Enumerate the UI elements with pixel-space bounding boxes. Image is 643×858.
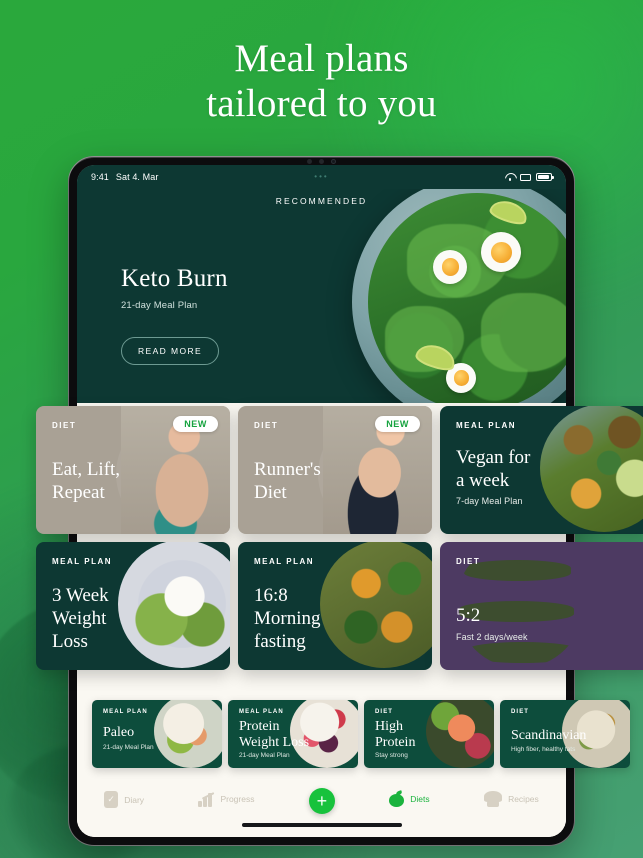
tab-diary-label: Diary — [124, 794, 145, 805]
promo-headline: Meal plans tailored to you — [0, 36, 643, 126]
promo-headline-line1: Meal plans — [234, 37, 409, 80]
add-button[interactable]: + — [308, 788, 335, 814]
promo-headline-line2: tailored to you — [206, 82, 437, 125]
bottom-tab-bar: Diary Progress + Diets Recipes — [77, 781, 566, 837]
strip-card-high-protein[interactable]: DIET High Protein Stay strong — [364, 700, 494, 768]
strip-card-subtitle: 21-day Meal Plan — [103, 744, 154, 751]
avocado-toast-egg-image — [118, 542, 230, 668]
tab-diets-label: Diets — [410, 794, 430, 804]
new-badge: NEW — [375, 416, 420, 432]
card-title: 16:8 Morning fasting — [254, 585, 321, 652]
strip-card-title: Scandinavian — [511, 728, 587, 743]
zucchini-slice — [466, 642, 579, 663]
tab-progress[interactable]: Progress — [198, 791, 254, 807]
tab-recipes-label: Recipes — [508, 794, 539, 804]
boiled-egg-half — [433, 249, 468, 284]
tab-diets[interactable]: Diets — [389, 791, 430, 807]
diet-card-eat-lift-repeat[interactable]: NEW DIET Eat, Lift, Repeat — [36, 406, 230, 534]
card-title: Runner's Diet — [254, 459, 321, 503]
card-kicker: MEAL PLAN — [52, 557, 113, 566]
strip-card-paleo[interactable]: MEAL PLAN Paleo 21-day Meal Plan — [92, 700, 222, 768]
lentil-tofu-avocado-bowl-image — [540, 406, 643, 532]
section-label: RECOMMENDED — [275, 196, 368, 206]
strip-card-list: MEAL PLAN Paleo 21-day Meal Plan MEAL PL… — [92, 700, 630, 768]
battery-icon — [536, 173, 554, 181]
meal-plan-card-vegan-for-a-week[interactable]: MEAL PLAN Vegan for a week 7-day Meal Pl… — [440, 406, 643, 534]
strip-card-subtitle: 21-day Meal Plan — [239, 752, 290, 759]
strip-card-title: Paleo — [103, 725, 135, 740]
salmon-steak-vegetables-image — [426, 700, 494, 768]
strip-card-kicker: MEAL PLAN — [103, 709, 148, 715]
read-more-button[interactable]: READ MORE — [121, 337, 220, 365]
hero-text-block: Keto Burn 21-day Meal Plan READ MORE — [121, 265, 228, 365]
meal-plan-card-3-week-weight-loss[interactable]: MEAL PLAN 3 Week Weight Loss — [36, 542, 230, 670]
diary-icon — [104, 791, 119, 808]
strip-card-subtitle: High fiber, healthy fats — [511, 746, 576, 753]
card-kicker: DIET — [52, 421, 77, 430]
meal-plan-card-16-8-morning-fasting[interactable]: MEAL PLAN 16:8 Morning fasting — [238, 542, 432, 670]
diet-card-grid: NEW DIET Eat, Lift, Repeat NEW DIET Runn… — [36, 406, 643, 670]
card-title: Vegan for a week — [456, 447, 531, 491]
strip-card-subtitle: Stay strong — [375, 752, 408, 759]
card-title: 3 Week Weight Loss — [52, 585, 109, 652]
front-camera-icon — [331, 159, 336, 164]
home-indicator[interactable] — [241, 823, 402, 827]
card-title: Eat, Lift, Repeat — [52, 459, 121, 503]
status-bar: 9:41 Sat 4. Mar ••• — [77, 165, 566, 189]
card-title: 5:2 — [456, 605, 481, 626]
chef-hat-icon — [484, 791, 503, 807]
card-kicker: MEAL PLAN — [254, 557, 315, 566]
strip-card-kicker: DIET — [511, 709, 530, 715]
camera-sensor-dots — [68, 159, 575, 164]
card-kicker: DIET — [254, 421, 279, 430]
tab-diary[interactable]: Diary — [104, 791, 144, 808]
strip-card-title: Protein Weight Loss — [239, 719, 310, 750]
hero-subtitle: 21-day Meal Plan — [121, 300, 198, 311]
hero-title: Keto Burn — [121, 265, 228, 292]
strip-card-title: High Protein — [375, 719, 416, 750]
strip-card-protein-weight-loss[interactable]: MEAL PLAN Protein Weight Loss 21-day Mea… — [228, 700, 358, 768]
diet-card-5-2[interactable]: DIET 5:2 Fast 2 days/week — [440, 542, 643, 670]
kale-leaf-shape — [481, 293, 566, 372]
status-center-dots: ••• — [314, 172, 329, 181]
strip-card-kicker: DIET — [375, 709, 394, 715]
roasted-vegetable-salad-image — [320, 542, 432, 668]
card-subtitle: Fast 2 days/week — [456, 632, 528, 642]
new-badge: NEW — [173, 416, 218, 432]
sensor-dot-icon — [319, 159, 324, 164]
diet-card-runners-diet[interactable]: NEW DIET Runner's Diet — [238, 406, 432, 534]
hero-food-image — [352, 177, 566, 403]
shrimp-zucchini-noodles-image — [154, 700, 222, 768]
card-subtitle: 7-day Meal Plan — [456, 496, 523, 506]
hero-bowl-contents — [368, 193, 566, 403]
tab-recipes[interactable]: Recipes — [484, 791, 539, 807]
card-kicker: DIET — [456, 557, 481, 566]
strip-card-scandinavian[interactable]: DIET Scandinavian High fiber, healthy fa… — [500, 700, 630, 768]
apple-icon — [389, 791, 405, 807]
strip-card-kicker: MEAL PLAN — [239, 709, 284, 715]
tab-progress-label: Progress — [220, 794, 255, 804]
card-kicker: MEAL PLAN — [456, 421, 517, 430]
sensor-dot-icon — [307, 159, 312, 164]
boiled-egg-half — [481, 232, 522, 273]
chart-icon — [198, 791, 214, 807]
wifi-icon — [505, 173, 515, 181]
